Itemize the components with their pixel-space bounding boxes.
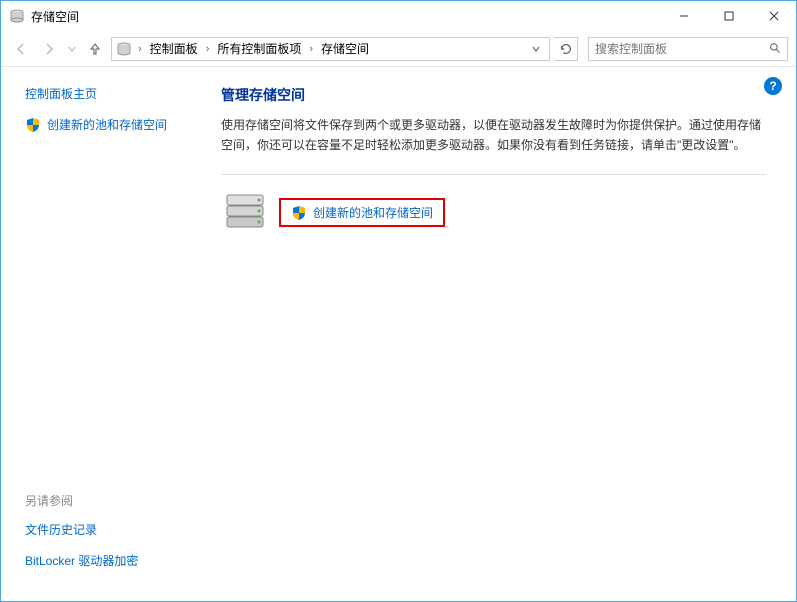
window-controls [661,1,796,31]
create-pool-action-link[interactable]: 创建新的池和存储空间 [313,204,433,221]
refresh-button[interactable] [554,37,578,61]
breadcrumb[interactable]: › 控制面板 › 所有控制面板项 › 存储空间 [111,37,550,61]
search-box [588,37,788,61]
see-also-section: 另请参阅 文件历史记录 BitLocker 驱动器加密 [25,492,201,583]
breadcrumb-item[interactable]: 控制面板 [148,40,200,57]
breadcrumb-item[interactable]: 所有控制面板项 [215,40,303,57]
help-button[interactable]: ? [764,77,782,95]
search-input[interactable] [589,42,763,56]
chevron-right-icon[interactable]: › [202,43,214,55]
shield-icon [291,205,307,221]
titlebar: 存储空间 [1,1,796,31]
drive-icon [116,41,132,57]
recent-dropdown[interactable] [65,37,79,61]
main-content: 管理存储空间 使用存储空间将文件保存到两个或更多驱动器，以便在驱动器发生故障时为… [211,67,796,601]
bitlocker-link[interactable]: BitLocker 驱动器加密 [25,552,201,569]
action-row: 创建新的池和存储空间 [221,189,766,237]
minimize-button[interactable] [661,1,706,31]
chevron-down-icon[interactable] [527,44,545,54]
content-body: ? 控制面板主页 创建新的池和存储空间 另请参阅 文件历史记录 BitLocke… [1,67,796,601]
create-pool-link[interactable]: 创建新的池和存储空间 [25,116,201,133]
control-panel-home-link[interactable]: 控制面板主页 [25,85,201,102]
drive-icon [9,8,25,24]
page-title: 管理存储空间 [221,85,766,105]
search-button[interactable] [763,42,787,55]
divider [221,174,766,175]
chevron-right-icon[interactable]: › [134,43,146,55]
up-button[interactable] [83,37,107,61]
maximize-button[interactable] [706,1,751,31]
chevron-right-icon[interactable]: › [305,43,317,55]
drives-stack-icon [221,189,269,237]
window: 存储空间 [0,0,797,602]
highlighted-action: 创建新的池和存储空间 [279,198,445,227]
page-description: 使用存储空间将文件保存到两个或更多驱动器，以便在驱动器发生故障时为你提供保护。通… [221,115,766,156]
see-also-header: 另请参阅 [25,492,201,509]
breadcrumb-item[interactable]: 存储空间 [319,40,371,57]
sidebar-item-label: 创建新的池和存储空间 [47,116,167,133]
window-title: 存储空间 [31,8,661,25]
file-history-link[interactable]: 文件历史记录 [25,521,201,538]
forward-button[interactable] [37,37,61,61]
navigation-bar: › 控制面板 › 所有控制面板项 › 存储空间 [1,31,796,67]
back-button[interactable] [9,37,33,61]
sidebar: 控制面板主页 创建新的池和存储空间 另请参阅 文件历史记录 BitLocker … [1,67,211,601]
close-button[interactable] [751,1,796,31]
shield-icon [25,117,41,133]
